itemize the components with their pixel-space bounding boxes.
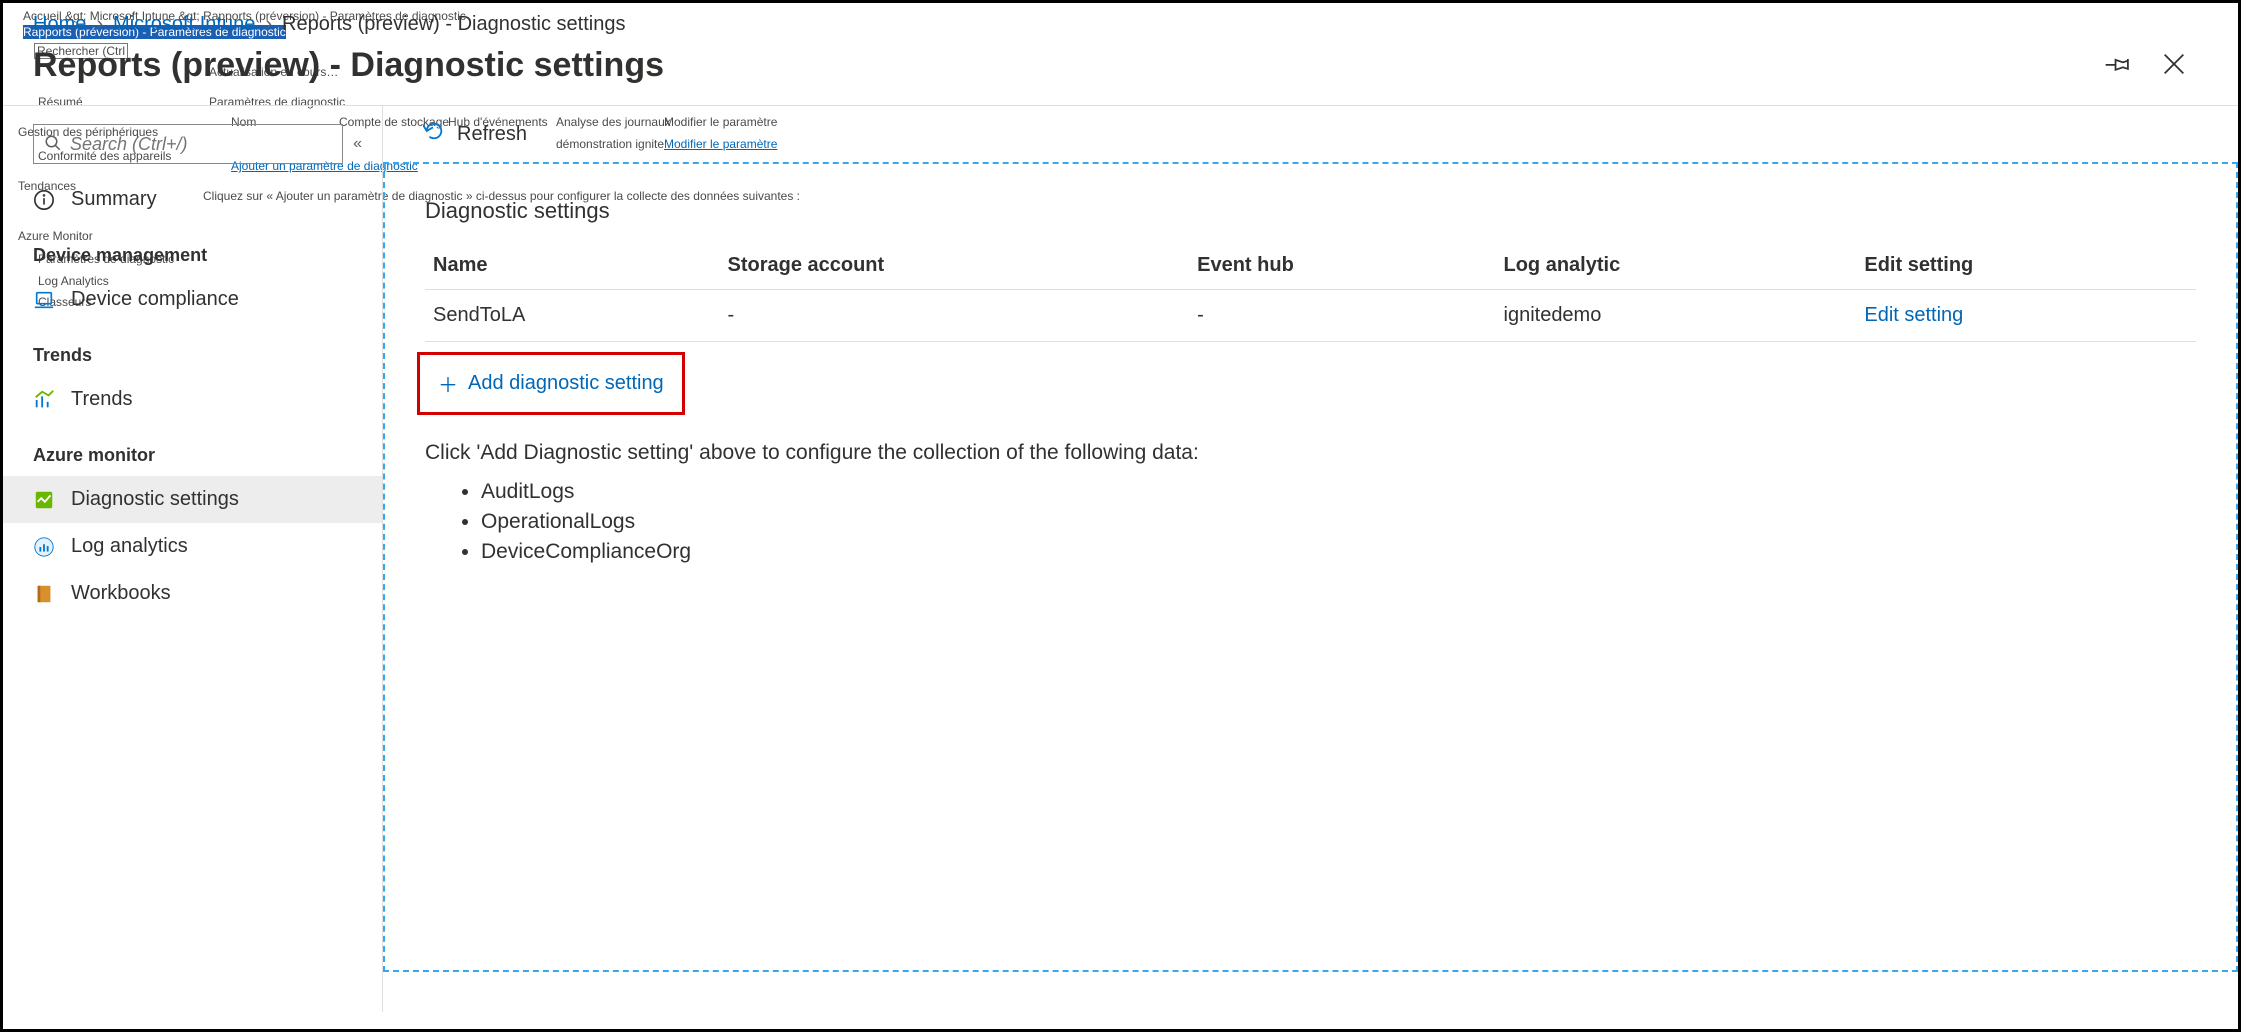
- col-storage: Storage account: [719, 242, 1189, 290]
- section-title: Diagnostic settings: [425, 180, 2196, 236]
- cell-eventhub: -: [1189, 290, 1495, 342]
- sidebar-item-device-compliance[interactable]: Device compliance: [3, 276, 382, 323]
- sidebar-item-label: Device compliance: [71, 288, 239, 311]
- trends-icon: [33, 389, 55, 411]
- close-icon[interactable]: [2160, 50, 2188, 81]
- sidebar-item-label: Diagnostic settings: [71, 488, 239, 511]
- cell-name: SendToLA: [425, 290, 719, 342]
- add-diagnostic-setting-button[interactable]: ＋ Add diagnostic setting: [417, 352, 685, 415]
- sidebar-item-label: Summary: [71, 188, 157, 211]
- list-item: DeviceComplianceOrg: [481, 537, 2196, 567]
- sidebar-item-label: Log analytics: [71, 535, 188, 558]
- device-icon: [33, 289, 55, 311]
- sidebar-item-label: Workbooks: [71, 582, 171, 605]
- sidebar-group-azmon: Azure monitor: [3, 423, 382, 476]
- col-name: Name: [425, 242, 719, 290]
- sidebar-group-trends: Trends: [3, 323, 382, 376]
- col-loganalytic: Log analytic: [1496, 242, 1857, 290]
- chevron-right-icon: ›: [96, 13, 103, 36]
- sidebar: « Summary Device management Device compl…: [3, 106, 383, 1012]
- workbooks-icon: [33, 583, 55, 605]
- refresh-button[interactable]: Refresh: [457, 123, 527, 146]
- diagnostic-table: Name Storage account Event hub Log analy…: [425, 242, 2196, 342]
- list-item: OperationalLogs: [481, 507, 2196, 537]
- main-content: Refresh Diagnostic settings Name Storage…: [383, 106, 2238, 1012]
- sidebar-item-label: Trends: [71, 388, 133, 411]
- breadcrumb-intune[interactable]: Microsoft Intune: [113, 13, 255, 36]
- diagnostic-icon: [33, 489, 55, 511]
- sidebar-item-trends[interactable]: Trends: [3, 376, 382, 423]
- sidebar-item-summary[interactable]: Summary: [3, 176, 382, 223]
- cell-loganalytic: ignitedemo: [1496, 290, 1857, 342]
- col-eventhub: Event hub: [1189, 242, 1495, 290]
- plus-icon: ＋: [438, 369, 458, 398]
- breadcrumb: Home › Microsoft Intune › Reports (previ…: [3, 3, 2238, 40]
- search-icon: [44, 134, 62, 155]
- sidebar-item-diagnostic-settings[interactable]: Diagnostic settings: [3, 476, 382, 523]
- refresh-icon[interactable]: [423, 120, 445, 148]
- table-row: SendToLA - - ignitedemo Edit setting: [425, 290, 2196, 342]
- page-title: Reports (preview) - Diagnostic settings: [33, 46, 664, 85]
- breadcrumb-home[interactable]: Home: [33, 13, 86, 36]
- search-input[interactable]: [70, 134, 332, 155]
- cell-storage: -: [719, 290, 1189, 342]
- search-input-container[interactable]: [33, 124, 343, 164]
- add-diagnostic-label: Add diagnostic setting: [468, 372, 664, 395]
- page-header: Reports (preview) - Diagnostic settings: [3, 40, 2238, 106]
- list-item: AuditLogs: [481, 477, 2196, 507]
- sidebar-item-workbooks[interactable]: Workbooks: [3, 570, 382, 617]
- log-analytics-icon: [33, 536, 55, 558]
- col-edit: Edit setting: [1856, 242, 2196, 290]
- helper-text: Click 'Add Diagnostic setting' above to …: [425, 441, 2196, 465]
- log-list: AuditLogs OperationalLogs DeviceComplian…: [425, 477, 2196, 567]
- breadcrumb-current: Reports (preview) - Diagnostic settings: [282, 13, 625, 36]
- info-icon: [33, 189, 55, 211]
- edit-setting-link[interactable]: Edit setting: [1864, 304, 1963, 326]
- diagnostic-panel: Diagnostic settings Name Storage account…: [383, 162, 2238, 972]
- toolbar: Refresh: [383, 106, 2238, 162]
- pin-icon[interactable]: [2104, 50, 2132, 81]
- sidebar-group-device: Device management: [3, 223, 382, 276]
- collapse-sidebar-icon[interactable]: «: [343, 135, 362, 153]
- chevron-right-icon: ›: [265, 13, 272, 36]
- sidebar-item-log-analytics[interactable]: Log analytics: [3, 523, 382, 570]
